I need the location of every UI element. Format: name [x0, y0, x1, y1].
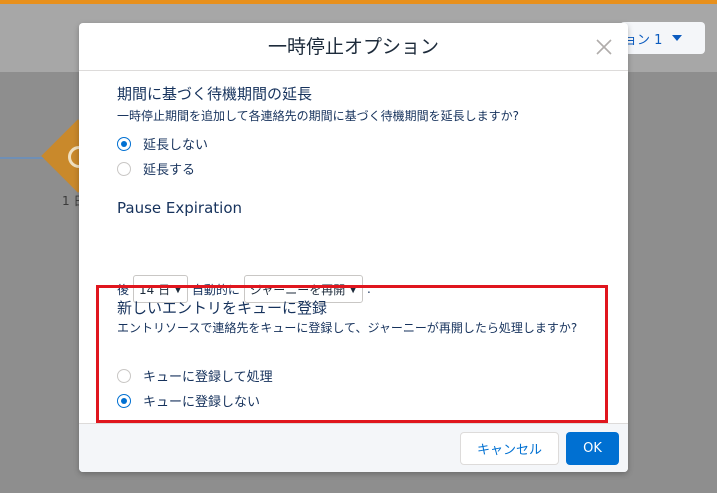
radio-extend[interactable]: 延長する — [117, 159, 195, 178]
queue-entries-description: エントリソースで連絡先をキューに登録して、ジャーニーが再開したら処理しますか? — [117, 321, 578, 335]
close-icon[interactable] — [594, 37, 614, 57]
radio-label: 延長する — [143, 163, 196, 178]
queue-entries-title: 新しいエントリをキューに登録 — [117, 299, 328, 317]
cancel-button[interactable]: キャンセル — [460, 432, 559, 465]
radio-label: キューに登録して処理 — [143, 370, 273, 385]
pause-expiration-title: Pause Expiration — [117, 199, 243, 217]
extend-wait-description: 一時停止期間を追加して各連絡先の期間に基づく待機期間を延長しますか? — [117, 109, 520, 123]
version-dropdown: ョン 1 — [620, 22, 705, 54]
modal-title: 一時停止オプション — [267, 36, 439, 58]
radio-no-extend[interactable]: 延長しない — [117, 134, 208, 153]
radio-button-checked[interactable] — [117, 136, 131, 151]
modal-footer: キャンセル OK — [79, 423, 628, 472]
ok-button[interactable]: OK — [566, 432, 619, 465]
radio-queue-process[interactable]: キューに登録して処理 — [117, 366, 273, 385]
radio-button-checked[interactable] — [117, 393, 131, 408]
radio-label: 延長しない — [143, 138, 209, 153]
radio-no-queue[interactable]: キューに登録しない — [117, 391, 260, 410]
caret-down-icon — [672, 35, 683, 41]
radio-button[interactable] — [117, 368, 131, 383]
extend-wait-title: 期間に基づく待機期間の延長 — [117, 85, 313, 103]
radio-button[interactable] — [117, 161, 131, 176]
pause-options-modal: 一時停止オプション 期間に基づく待機期間の延長 一時停止期間を追加して各連絡先の… — [79, 23, 628, 472]
version-label: ョン 1 — [624, 32, 663, 48]
modal-header: 一時停止オプション — [79, 23, 628, 71]
modal-body: 期間に基づく待機期間の延長 一時停止期間を追加して各連絡先の期間に基づく待機期間… — [79, 71, 628, 423]
radio-label: キューに登録しない — [143, 395, 261, 410]
